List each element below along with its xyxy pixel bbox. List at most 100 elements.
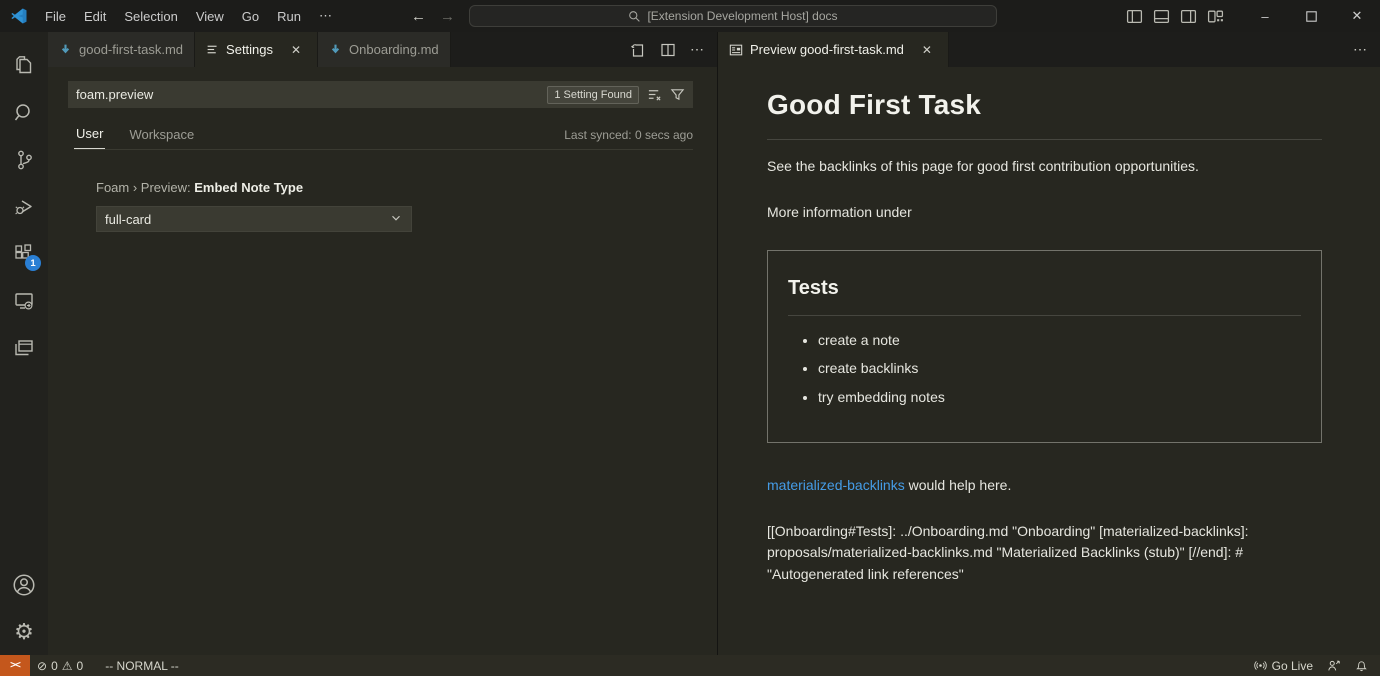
toggle-panel-icon[interactable] <box>1153 8 1170 25</box>
filter-settings-icon[interactable] <box>670 87 685 102</box>
person-share-icon <box>1327 659 1341 673</box>
command-center-search[interactable]: [Extension Development Host] docs <box>469 5 997 27</box>
close-tab-icon[interactable]: ✕ <box>917 40 937 60</box>
embed-list-item: create a note <box>818 330 1301 352</box>
setting-name: Embed Note Type <box>194 180 303 195</box>
embed-list-item: try embedding notes <box>818 387 1301 409</box>
setting-title: Foam › Preview: Embed Note Type <box>96 180 717 195</box>
scope-tab-user[interactable]: User <box>74 122 105 149</box>
right-tab-bar: Preview good-first-task.md ✕ ⋯ <box>718 32 1380 67</box>
menu-edit[interactable]: Edit <box>75 5 115 28</box>
toggle-primary-sidebar-icon[interactable] <box>1126 8 1143 25</box>
vscode-window: File Edit Selection View Go Run ⋯ ← → [E… <box>0 0 1380 676</box>
tab-label: Preview good-first-task.md <box>750 42 904 57</box>
setting-category: Foam › Preview: <box>96 180 194 195</box>
embed-list: create a note create backlinks try embed… <box>788 330 1301 409</box>
nav-forward-icon[interactable]: → <box>440 8 455 25</box>
remote-indicator[interactable]: >< <box>0 655 30 676</box>
scope-tab-workspace[interactable]: Workspace <box>127 123 196 149</box>
left-tab-bar: good-first-task.md Settings ✕ Onboardi <box>48 32 717 67</box>
error-icon: ⊘ <box>37 659 47 673</box>
source-control-icon[interactable] <box>0 136 48 183</box>
preview-paragraph: See the backlinks of this page for good … <box>767 156 1322 178</box>
stacked-windows-icon[interactable] <box>0 324 48 371</box>
editor-group-left: good-first-task.md Settings ✕ Onboardi <box>48 32 717 655</box>
warning-icon: ⚠ <box>62 659 73 673</box>
menu-selection[interactable]: Selection <box>115 5 186 28</box>
problems-status[interactable]: ⊘ 0 ⚠ 0 <box>30 655 90 676</box>
tab-label: Onboarding.md <box>349 42 439 57</box>
setting-item-embed-note-type: Foam › Preview: Embed Note Type full-car… <box>96 180 717 232</box>
tab-label: Settings <box>226 42 273 57</box>
go-live-button[interactable]: Go Live <box>1247 655 1320 676</box>
settings-search-box: 1 Setting Found <box>68 81 693 108</box>
search-view-icon[interactable] <box>0 89 48 136</box>
titlebar: File Edit Selection View Go Run ⋯ ← → [E… <box>0 0 1380 32</box>
more-actions-icon[interactable]: ⋯ <box>690 41 705 58</box>
settings-scope-tabs: User Workspace Last synced: 0 secs ago <box>74 122 693 150</box>
settings-count-badge: 1 Setting Found <box>547 86 639 104</box>
customize-layout-icon[interactable] <box>1207 8 1224 25</box>
settings-sliders-icon <box>206 43 219 56</box>
go-live-label: Go Live <box>1272 659 1313 673</box>
embedded-note-card: Tests create a note create backlinks try… <box>767 250 1322 443</box>
remote-explorer-icon[interactable] <box>0 277 48 324</box>
materialized-backlinks-link[interactable]: materialized-backlinks <box>767 477 905 493</box>
menu-go[interactable]: Go <box>233 5 268 28</box>
embed-note-type-dropdown[interactable]: full-card <box>96 206 412 232</box>
backlinks-paragraph: materialized-backlinks would help here. <box>767 475 1322 497</box>
close-tab-icon[interactable]: ✕ <box>286 40 306 60</box>
tab-onboarding[interactable]: Onboarding.md <box>318 32 451 67</box>
embed-list-item: create backlinks <box>818 358 1301 380</box>
accounts-icon[interactable] <box>0 561 48 608</box>
extensions-icon[interactable]: 1 <box>0 230 48 277</box>
vim-mode-indicator[interactable]: -- NORMAL -- <box>98 655 186 676</box>
clear-settings-search-icon[interactable] <box>647 87 662 102</box>
tab-label: good-first-task.md <box>79 42 183 57</box>
warning-count: 0 <box>77 659 84 673</box>
command-center-text: [Extension Development Host] docs <box>647 9 837 23</box>
maximize-button[interactable] <box>1288 0 1334 32</box>
nav-back-icon[interactable]: ← <box>411 8 426 25</box>
preview-title: Good First Task <box>767 83 1322 140</box>
tab-good-first-task[interactable]: good-first-task.md <box>48 32 195 67</box>
settings-search-input[interactable] <box>68 87 547 102</box>
status-bar: >< ⊘ 0 ⚠ 0 -- NORMAL -- Go Live <box>0 655 1380 676</box>
markdown-preview-icon <box>729 43 743 57</box>
minimize-button[interactable]: – <box>1242 0 1288 32</box>
chevron-down-icon <box>389 211 403 228</box>
open-settings-json-icon[interactable] <box>630 42 646 58</box>
tab-preview-good-first-task[interactable]: Preview good-first-task.md ✕ <box>718 32 949 67</box>
link-references-text: [[Onboarding#Tests]: ../Onboarding.md "O… <box>767 521 1322 586</box>
explorer-icon[interactable] <box>0 42 48 89</box>
extensions-badge: 1 <box>25 255 41 271</box>
last-synced-label: Last synced: 0 secs ago <box>564 128 693 149</box>
more-actions-icon[interactable]: ⋯ <box>1353 41 1368 58</box>
dropdown-value: full-card <box>105 212 151 227</box>
preview-paragraph: More information under <box>767 202 1322 224</box>
editor-group-right: Preview good-first-task.md ✕ ⋯ Good Firs… <box>717 32 1380 655</box>
vscode-logo-icon <box>10 7 28 25</box>
search-icon <box>628 10 641 23</box>
split-editor-icon[interactable] <box>660 42 676 58</box>
feedback-button[interactable] <box>1320 655 1348 676</box>
settings-editor: 1 Setting Found <box>48 67 717 655</box>
bell-icon <box>1355 659 1368 672</box>
broadcast-icon <box>1254 659 1267 672</box>
tab-settings[interactable]: Settings ✕ <box>195 32 318 67</box>
notifications-button[interactable] <box>1348 655 1380 676</box>
run-debug-icon[interactable] <box>0 183 48 230</box>
markdown-preview: Good First Task See the backlinks of thi… <box>718 67 1380 655</box>
activity-bar: 1 <box>0 32 48 655</box>
markdown-file-icon <box>329 43 342 56</box>
menu-view[interactable]: View <box>187 5 233 28</box>
close-window-button[interactable]: ✕ <box>1334 0 1380 32</box>
menu-more-icon[interactable]: ⋯ <box>310 4 343 28</box>
maximize-icon <box>1306 11 1317 22</box>
link-suffix-text: would help here. <box>905 477 1012 493</box>
menu-file[interactable]: File <box>36 5 75 28</box>
menu-run[interactable]: Run <box>268 5 310 28</box>
error-count: 0 <box>51 659 58 673</box>
toggle-secondary-sidebar-icon[interactable] <box>1180 8 1197 25</box>
manage-gear-icon[interactable]: ⚙ <box>0 608 48 655</box>
